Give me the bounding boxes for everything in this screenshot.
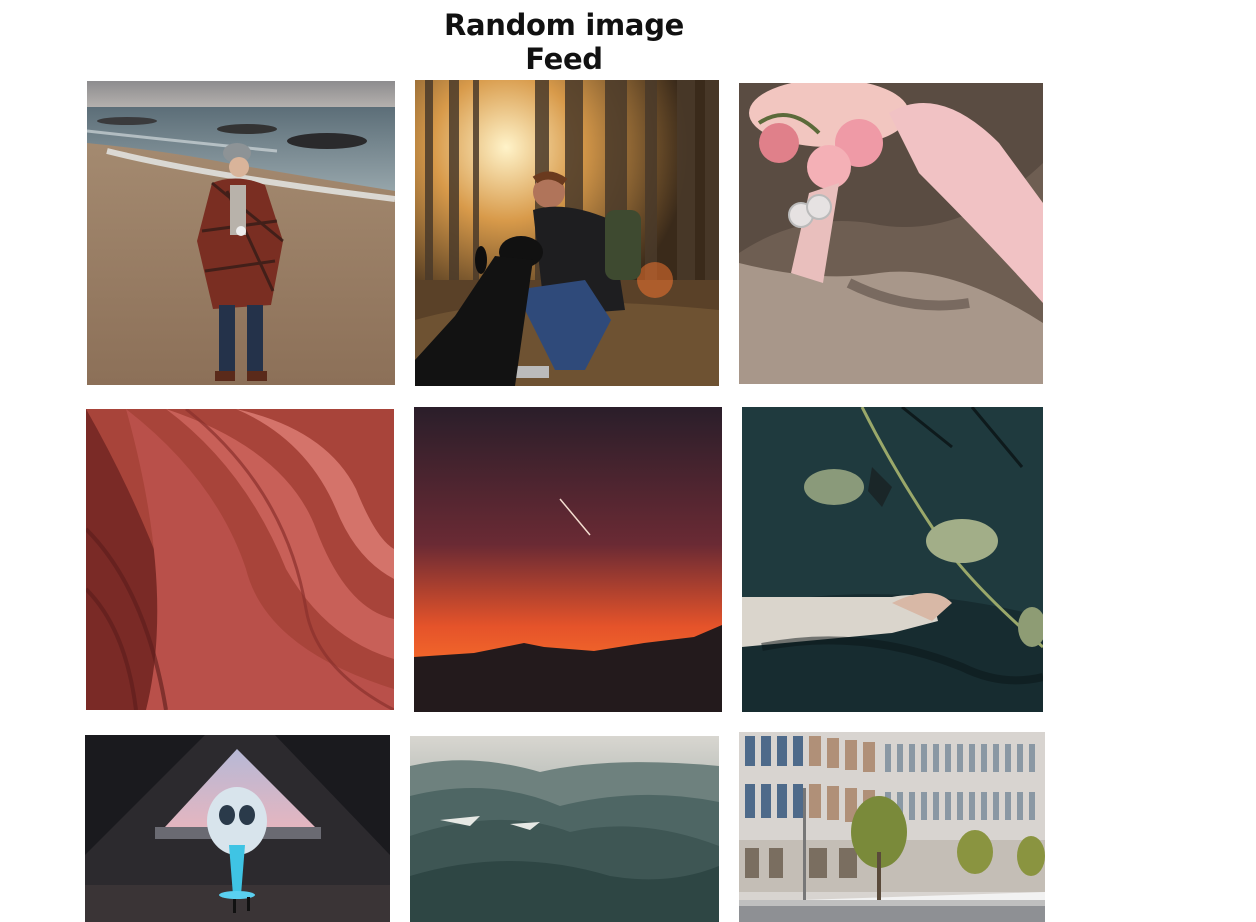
image-feed-grid (0, 0, 1256, 922)
feed-image[interactable] (86, 409, 394, 710)
feed-image[interactable] (415, 80, 719, 386)
feed-image[interactable] (742, 407, 1043, 712)
feed-image[interactable] (739, 732, 1045, 922)
feed-image[interactable] (87, 81, 395, 385)
feed-image[interactable] (85, 735, 390, 922)
feed-image[interactable] (410, 736, 719, 922)
feed-image[interactable] (414, 407, 722, 712)
feed-image[interactable] (739, 83, 1043, 384)
